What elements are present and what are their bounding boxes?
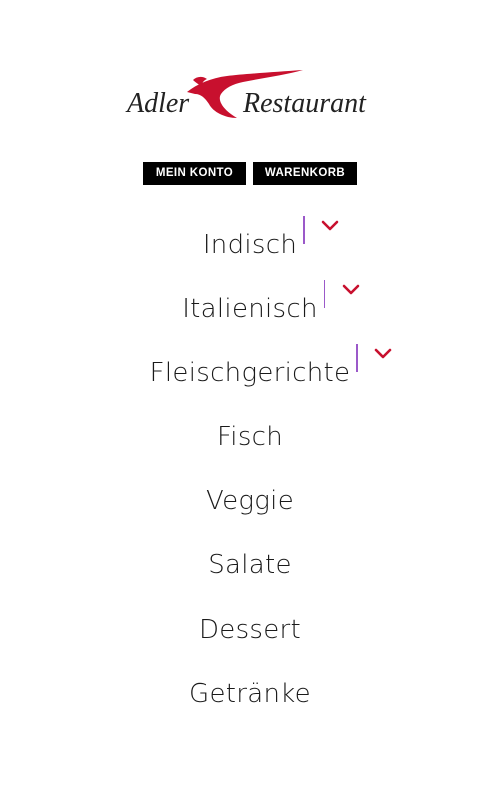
menu-item-label[interactable]: Salate xyxy=(208,550,292,580)
logo-text-adler: Adler xyxy=(125,88,189,119)
account-actions: MEIN KONTO WARENKORB xyxy=(0,162,500,185)
menu-item-indisch: Indisch xyxy=(0,216,500,270)
submenu-toggle-indisch[interactable] xyxy=(303,216,345,246)
menu-item-salate: Salate xyxy=(0,540,500,590)
menu-item-label[interactable]: Fleischgerichte xyxy=(150,358,351,388)
menu-divider xyxy=(323,280,326,308)
submenu-toggle-italienisch[interactable] xyxy=(323,280,366,310)
chevron-down-icon xyxy=(342,284,360,295)
my-account-button[interactable]: MEIN KONTO xyxy=(143,162,246,185)
menu-item-veggie: Veggie xyxy=(0,476,500,526)
menu-divider xyxy=(303,216,305,244)
menu-item-dessert: Dessert xyxy=(0,605,500,655)
cart-button[interactable]: WARENKORB xyxy=(253,162,357,185)
restaurant-logo[interactable]: Adler Restaurant xyxy=(125,66,375,130)
menu-item-label[interactable]: Veggie xyxy=(206,486,294,516)
menu-divider xyxy=(356,344,358,372)
menu-item-label[interactable]: Dessert xyxy=(199,615,301,645)
menu-item-fleischgerichte: Fleischgerichte xyxy=(0,344,500,398)
logo-text-restaurant: Restaurant xyxy=(242,88,367,119)
menu-item-fisch: Fisch xyxy=(0,412,500,462)
chevron-down-icon xyxy=(375,348,392,359)
submenu-toggle-fleischgerichte[interactable] xyxy=(356,344,398,374)
menu-item-label[interactable]: Indisch xyxy=(203,230,297,260)
menu-item-getraenke: Getränke xyxy=(0,669,500,719)
menu-item-italienisch: Italienisch xyxy=(0,280,500,334)
menu-item-label[interactable]: Italienisch xyxy=(182,294,318,324)
chevron-down-icon xyxy=(321,220,339,231)
menu-item-label[interactable]: Getränke xyxy=(189,679,311,709)
menu-item-label[interactable]: Fisch xyxy=(217,422,283,452)
